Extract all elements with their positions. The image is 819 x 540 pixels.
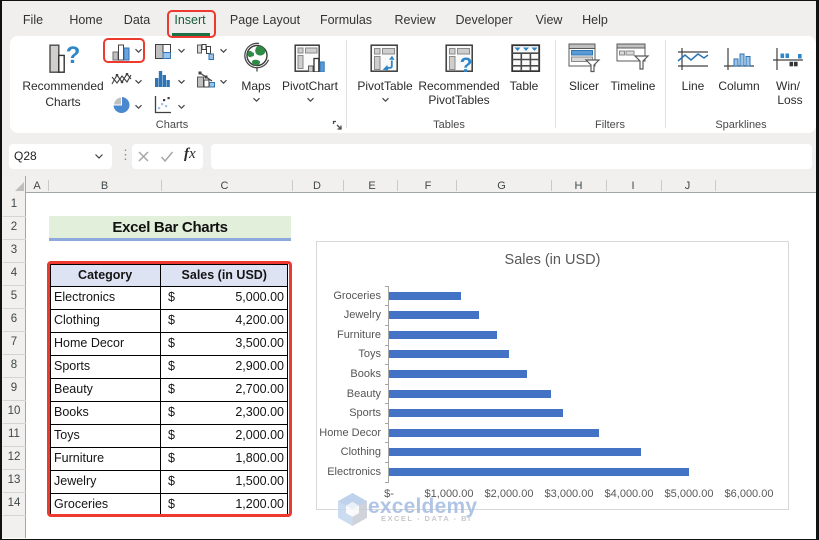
svg-text:?: ? — [66, 44, 80, 69]
svg-text:?: ? — [460, 54, 473, 72]
